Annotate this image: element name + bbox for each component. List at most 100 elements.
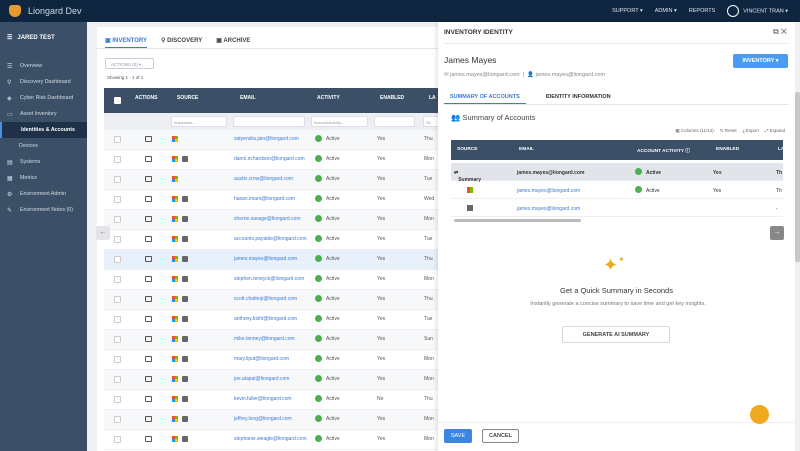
archive-action-icon[interactable] <box>145 436 152 442</box>
table-row[interactable]: james.mayes@liongard.com Active Yes Thu <box>104 250 438 270</box>
sidebar-item[interactable]: ⚲ Discovery Dashboard <box>0 74 87 90</box>
chat-widget-button[interactable] <box>750 405 769 424</box>
table-row[interactable]: mike.tenney@liongard.com Active Yes Sun <box>104 330 438 350</box>
table-row[interactable]: danni.richardson@liongard.com Active Yes… <box>104 150 438 170</box>
table-row[interactable]: austin.crow@liongard.com Active Yes Tue <box>104 170 438 190</box>
table-row[interactable]: sherrie.savage@liongard.com Active Yes M… <box>104 210 438 230</box>
admin-menu[interactable]: ADMIN ▾ <box>655 8 677 14</box>
inventory-button[interactable]: INVENTORY ▾ <box>733 54 788 68</box>
sidebar-item[interactable]: ⚙ Environment Admin <box>0 186 87 202</box>
archive-action-icon[interactable] <box>145 356 152 362</box>
row-checkbox[interactable] <box>114 296 121 303</box>
email-link[interactable]: hasan.imam@liongard.com <box>234 196 308 202</box>
row-checkbox[interactable] <box>114 156 121 163</box>
expand-button[interactable]: ⤢ Expand <box>765 128 785 134</box>
source-filter[interactable]: Inspectors... <box>171 116 227 127</box>
email-link[interactable]: sherrie.savage@liongard.com <box>234 216 308 222</box>
sidebar-item[interactable]: Devices <box>0 138 87 154</box>
email-link[interactable]: mary.liput@liongard.com <box>234 356 308 362</box>
table-row[interactable]: hasan.imam@liongard.com Active Yes Wed <box>104 190 438 210</box>
col-activity[interactable]: ACTIVITY <box>317 95 340 101</box>
reports-link[interactable]: REPORTS <box>689 8 716 14</box>
table-row[interactable]: stephanie.weagle@liongard.com Active Yes… <box>104 430 438 450</box>
sidebar-item[interactable]: ▦ Metrics <box>0 170 87 186</box>
columns-button[interactable]: ▦ Columns (11/14) <box>675 128 713 134</box>
horizontal-scrollbar[interactable] <box>454 219 581 222</box>
archive-action-icon[interactable] <box>145 276 152 282</box>
org-name[interactable]: ☰ JARED TEST <box>0 22 87 58</box>
table-row[interactable]: anthony.bisht@liongard.com Active Yes Tu… <box>104 310 438 330</box>
sidebar-item[interactable]: ◈ Cyber Risk Dashboard <box>0 90 87 106</box>
email-link[interactable]: jeffrey.long@liongard.com <box>234 416 308 422</box>
col-email[interactable]: EMAIL <box>240 95 256 101</box>
col-source[interactable]: SOURCE <box>457 147 478 152</box>
support-menu[interactable]: SUPPORT ▾ <box>612 8 643 14</box>
email-link[interactable]: accounts.payable@liongard.com <box>234 236 308 242</box>
email-link[interactable]: austin.crow@liongard.com <box>234 176 308 182</box>
archive-action-icon[interactable] <box>145 376 152 382</box>
export-button[interactable]: ⤓ Export <box>743 128 759 134</box>
open-external-icon[interactable]: ⧉ <box>773 27 779 36</box>
table-row[interactable]: kevin.fuller@liongard.com Active No Thu <box>104 390 438 410</box>
user-menu[interactable]: VINCENT TRAN ▾ <box>727 5 788 17</box>
row-checkbox[interactable] <box>114 436 121 443</box>
row-checkbox[interactable] <box>114 176 121 183</box>
table-row[interactable]: jeffrey.long@liongard.com Active Yes Mon <box>104 410 438 430</box>
row-checkbox[interactable] <box>114 276 121 283</box>
sidebar-item[interactable]: ✎ Environment Notes (0) <box>0 202 87 218</box>
table-row[interactable]: joe.alapat@liongard.com Active Yes Mon <box>104 370 438 390</box>
row-checkbox[interactable] <box>114 196 121 203</box>
archive-action-icon[interactable] <box>145 196 152 202</box>
email-link[interactable]: james.mayes@liongard.com <box>234 256 308 262</box>
col-enabled[interactable]: ENABLED <box>716 147 739 152</box>
table-row[interactable]: stephen.teneyck@liongard.com Active Yes … <box>104 270 438 290</box>
row-checkbox[interactable] <box>114 336 121 343</box>
archive-action-icon[interactable] <box>145 156 152 162</box>
table-row[interactable]: satyendra.jain@liongard.com Active Yes T… <box>104 130 438 150</box>
archive-action-icon[interactable] <box>145 396 152 402</box>
table-row[interactable]: mary.liput@liongard.com Active Yes Mon <box>104 350 438 370</box>
archive-action-icon[interactable] <box>145 316 152 322</box>
sidebar-item[interactable]: ▭ Asset Inventory <box>0 106 87 122</box>
row-checkbox[interactable] <box>114 236 121 243</box>
row-checkbox[interactable] <box>114 356 121 363</box>
archive-action-icon[interactable] <box>145 336 152 342</box>
generate-ai-summary-button[interactable]: GENERATE AI SUMMARY <box>562 326 670 343</box>
email-filter[interactable] <box>233 116 305 127</box>
col-enabled[interactable]: ENABLED <box>380 95 404 101</box>
archive-action-icon[interactable] <box>145 136 152 142</box>
next-arrow-button[interactable]: → <box>770 226 784 240</box>
tab-identity-information[interactable]: IDENTITY INFORMATION <box>540 92 617 104</box>
email-link[interactable]: stephanie.weagle@liongard.com <box>234 436 308 442</box>
archive-action-icon[interactable] <box>145 296 152 302</box>
email-value[interactable]: james.mayes@liongard.com <box>517 206 580 212</box>
email-link[interactable]: kevin.fuller@liongard.com <box>234 396 308 402</box>
email-link[interactable]: scott.chatterji@liongard.com <box>234 296 308 302</box>
tab-archive[interactable]: ▣ ARCHIVE <box>216 37 250 48</box>
col-last[interactable]: LA <box>778 147 783 152</box>
email-link[interactable]: satyendra.jain@liongard.com <box>234 136 308 142</box>
email-link[interactable]: stephen.teneyck@liongard.com <box>234 276 308 282</box>
sidebar-item[interactable]: Identities & Accounts <box>0 122 87 138</box>
email-link[interactable]: danni.richardson@liongard.com <box>234 156 308 162</box>
cancel-button[interactable]: CANCEL <box>482 429 519 443</box>
tab-discovery[interactable]: ⚲ DISCOVERY <box>161 37 202 48</box>
row-checkbox[interactable] <box>114 396 121 403</box>
col-account-activity[interactable]: ACCOUNT ACTIVITY ⓘ <box>637 147 690 154</box>
col-email[interactable]: EMAIL <box>519 147 534 152</box>
actions-dropdown[interactable]: ACTIONS (0) ▾ <box>105 58 154 69</box>
row-checkbox[interactable] <box>114 216 121 223</box>
archive-action-icon[interactable] <box>145 256 152 262</box>
email-link[interactable]: mike.tenney@liongard.com <box>234 336 308 342</box>
reset-button[interactable]: ↻ Reset <box>720 128 737 134</box>
archive-action-icon[interactable] <box>145 236 152 242</box>
row-checkbox[interactable] <box>114 376 121 383</box>
collapse-arrow-button[interactable]: ← <box>96 226 110 240</box>
row-checkbox[interactable] <box>114 136 121 143</box>
close-icon[interactable]: ✕ <box>781 27 787 36</box>
table-row[interactable]: scott.chatterji@liongard.com Active Yes … <box>104 290 438 310</box>
archive-action-icon[interactable] <box>145 216 152 222</box>
email-link[interactable]: anthony.bisht@liongard.com <box>234 316 308 322</box>
tab-summary-of-accounts[interactable]: SUMMARY OF ACCOUNTS <box>444 92 526 104</box>
sidebar-item[interactable]: ▤ Systems <box>0 154 87 170</box>
